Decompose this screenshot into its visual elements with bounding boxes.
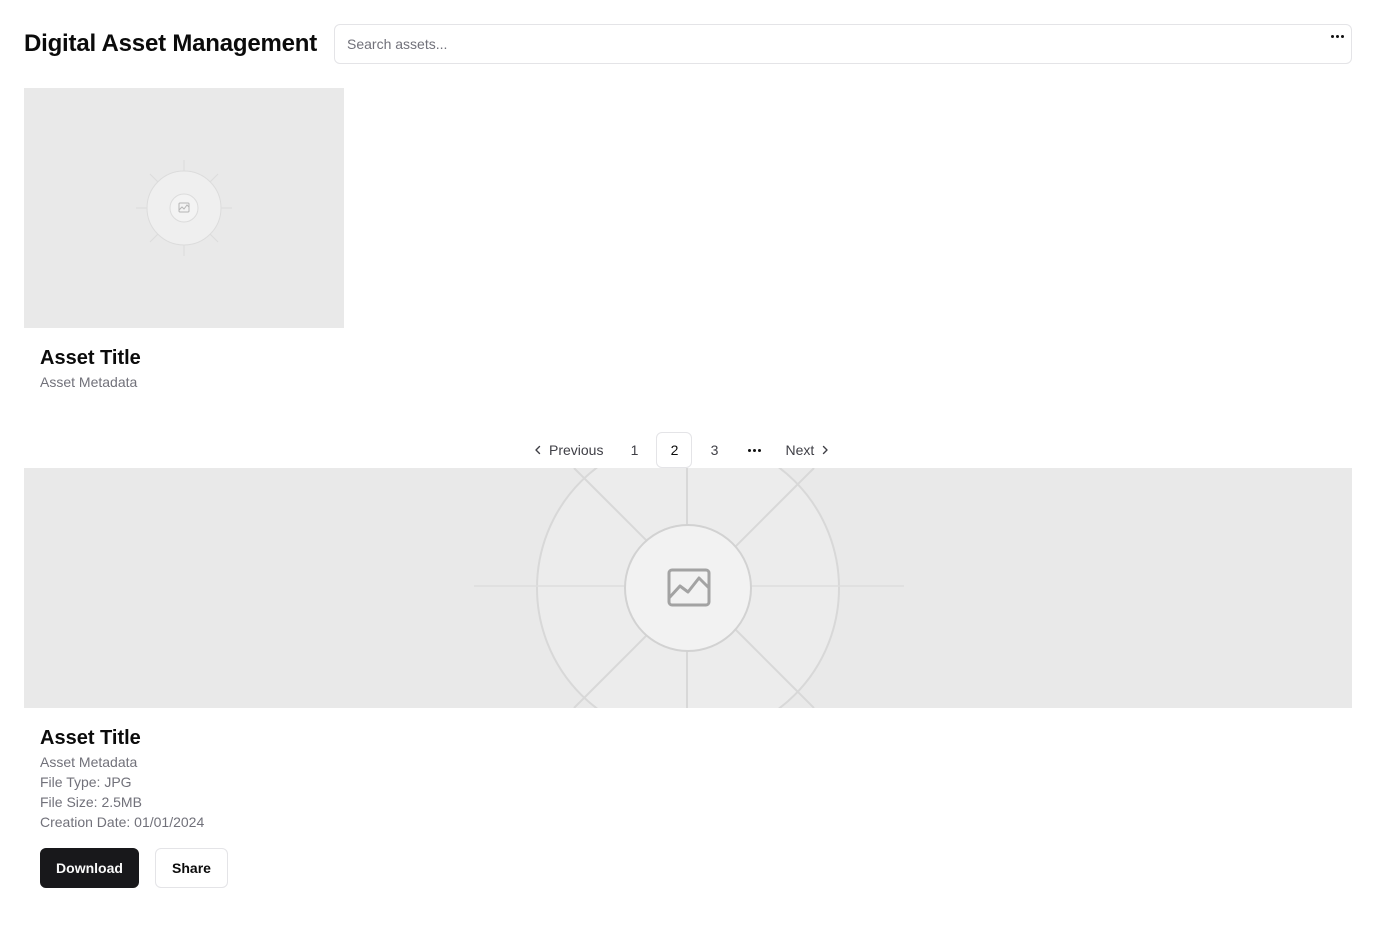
dot	[1335, 34, 1339, 38]
file-size: File Size: 2.5MB	[40, 794, 142, 810]
ellipsis-icon	[736, 432, 772, 468]
page-2-button[interactable]: 2	[656, 432, 693, 468]
dot	[1330, 34, 1334, 38]
dot	[747, 448, 751, 452]
asset-metadata: Asset Metadata	[40, 754, 138, 770]
asset-title: Asset Title	[40, 727, 141, 749]
page: Digital Asset Management Asset Titl	[0, 0, 1376, 928]
page-1-button[interactable]: 1	[616, 432, 652, 468]
creation-date: Creation Date: 01/01/2024	[40, 814, 205, 830]
asset-preview	[24, 468, 1352, 708]
chevron-right-icon	[823, 445, 828, 455]
file-type: File Type: JPG	[40, 774, 132, 790]
next-label: Next	[785, 442, 815, 458]
asset-title[interactable]: Asset Title	[40, 345, 141, 371]
page-3-button[interactable]: 3	[696, 432, 732, 468]
image-placeholder-icon	[474, 468, 904, 708]
dot	[757, 448, 761, 452]
asset-metadata: Asset Metadata	[40, 374, 138, 390]
previous-page-button[interactable]: Previous	[524, 432, 612, 468]
share-button[interactable]: Share	[155, 848, 228, 888]
next-page-button[interactable]: Next	[776, 432, 839, 468]
search-box	[334, 24, 1352, 64]
download-button[interactable]: Download	[40, 848, 139, 888]
app-title: Digital Asset Management	[24, 30, 318, 57]
asset-thumbnail[interactable]	[24, 88, 344, 328]
search-input[interactable]	[335, 25, 1351, 63]
image-placeholder-icon	[136, 160, 232, 256]
more-horizontal-icon[interactable]	[1329, 29, 1345, 43]
pagination: Previous 1 2 3 Next	[524, 432, 839, 468]
previous-label: Previous	[549, 442, 604, 458]
dot	[1340, 34, 1344, 38]
chevron-left-icon	[535, 445, 541, 455]
dot	[752, 448, 756, 452]
